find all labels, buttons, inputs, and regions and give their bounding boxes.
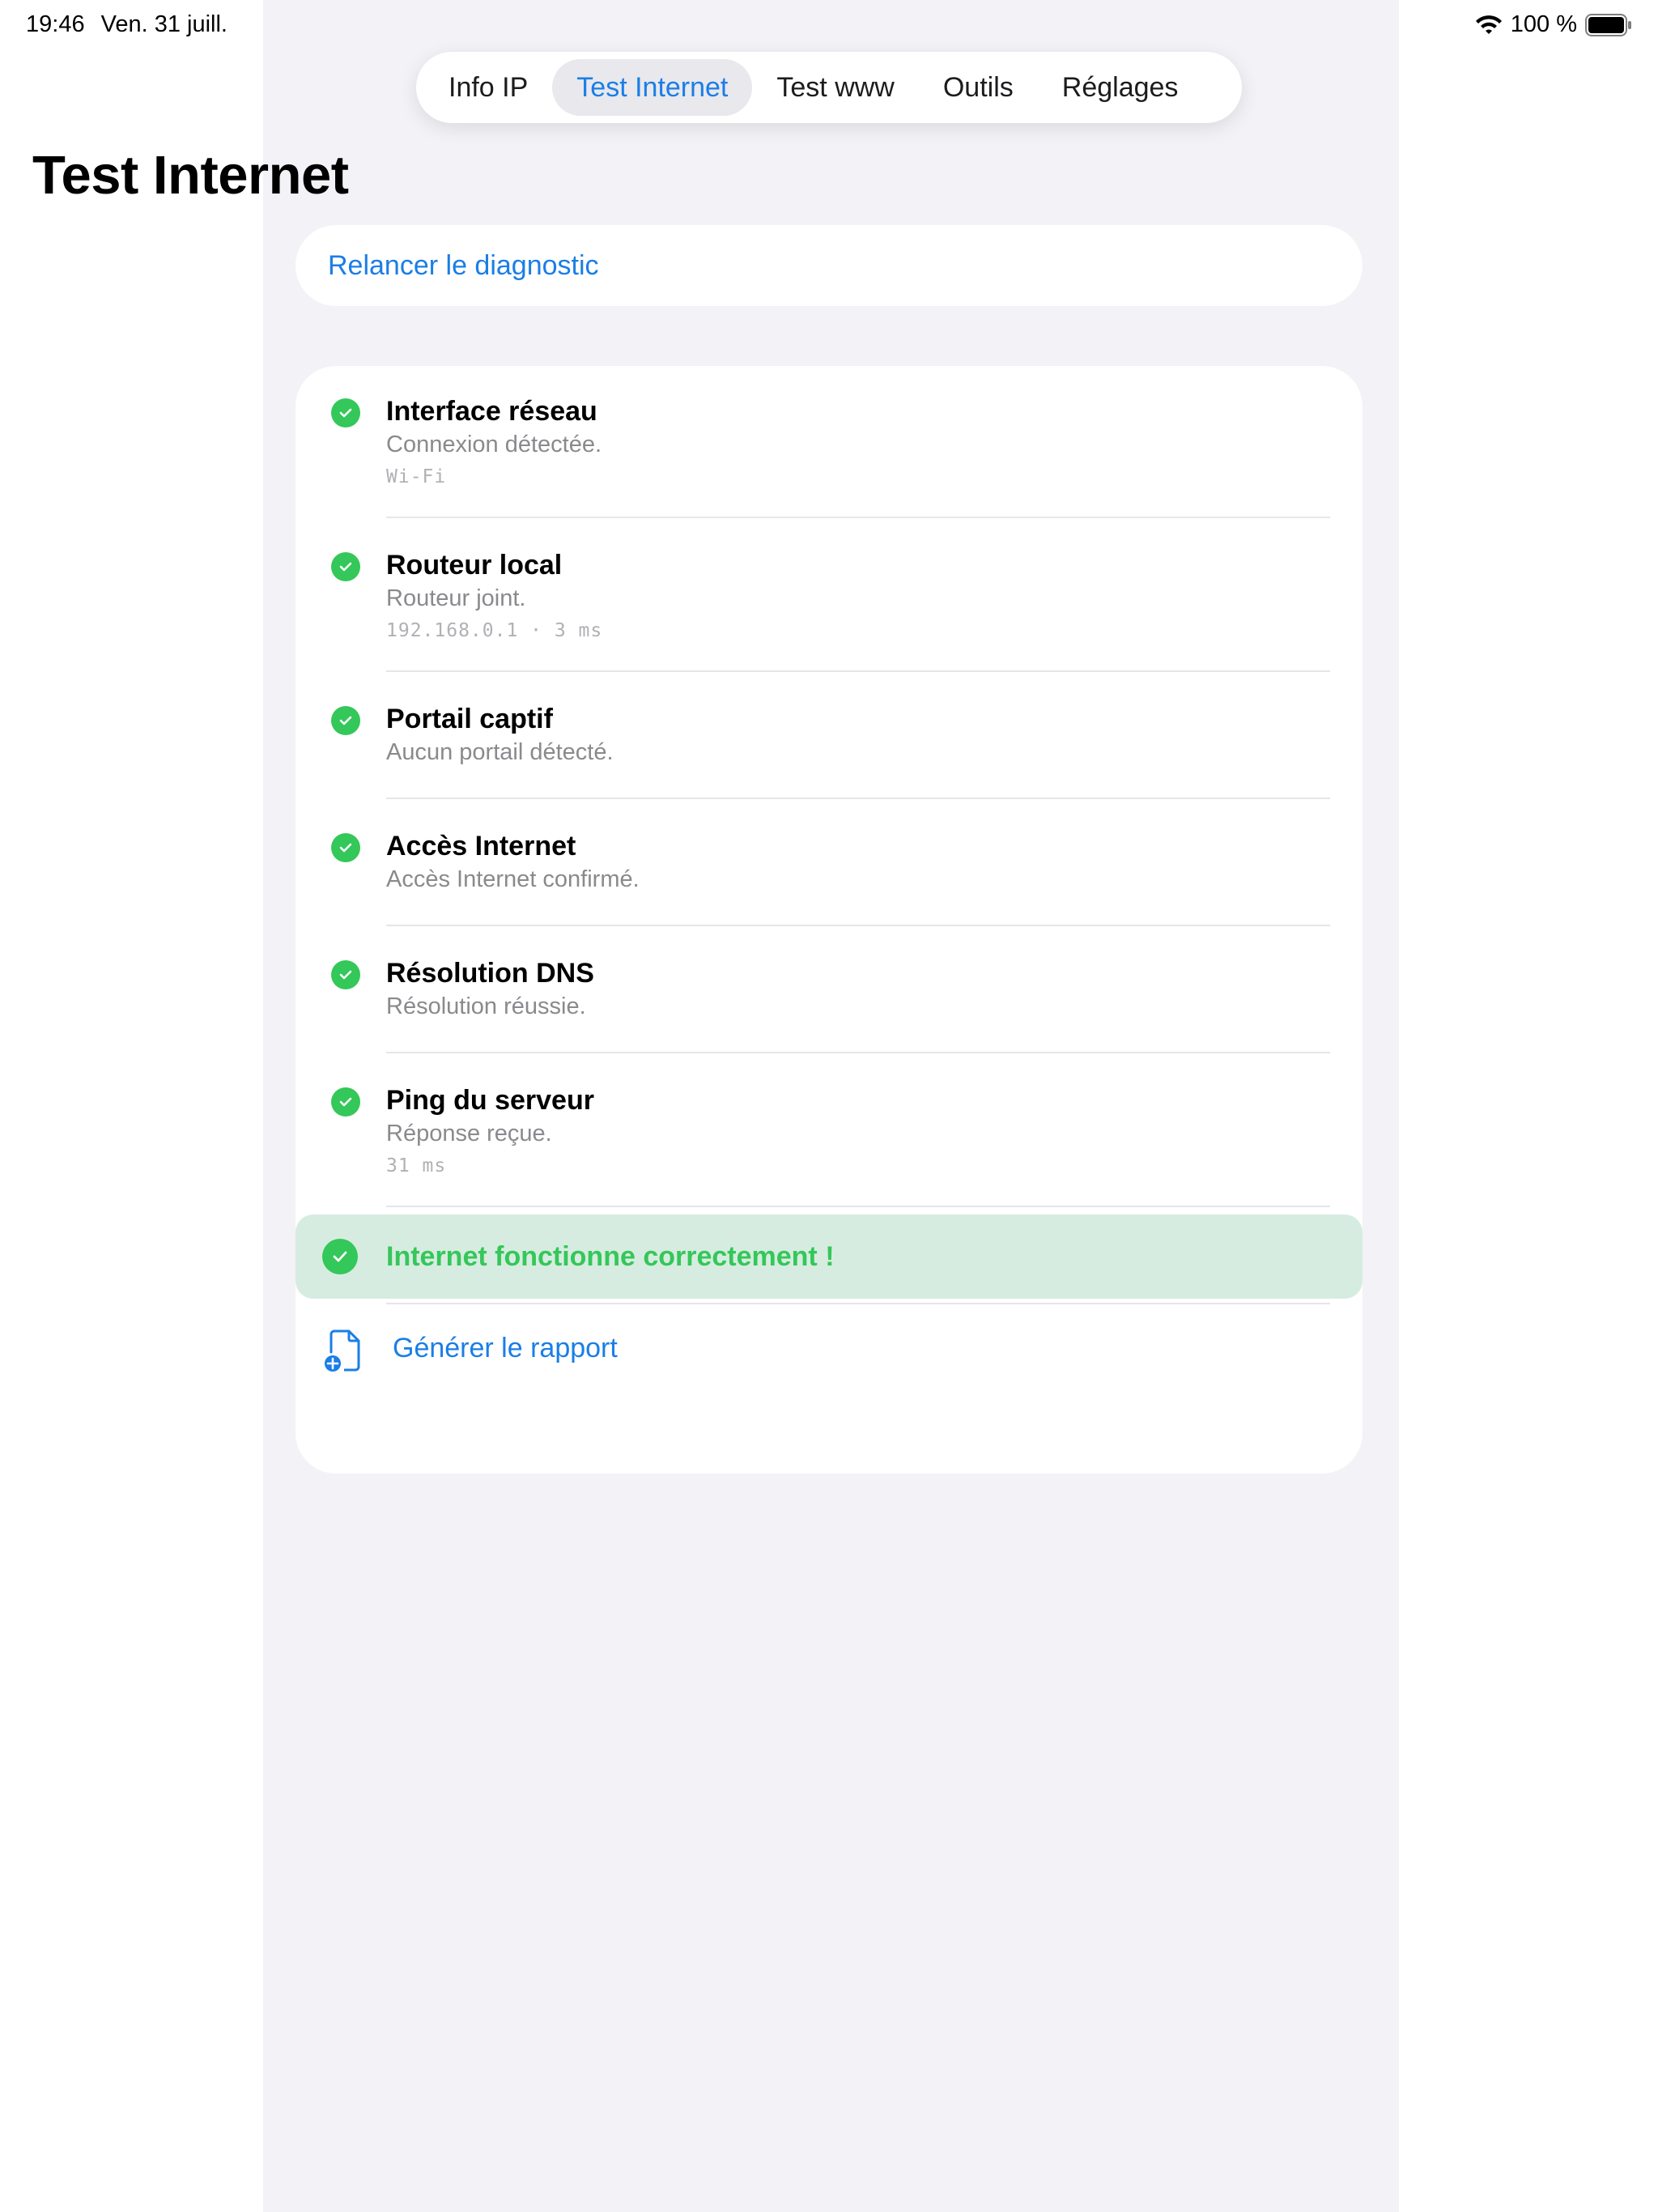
check-title: Résolution DNS xyxy=(386,958,594,989)
tab-outils[interactable]: Outils xyxy=(919,59,1038,116)
tab-test-internet[interactable]: Test Internet xyxy=(552,59,753,116)
screen: 19:46 Ven. 31 juill. 100 % Info IP Test … xyxy=(0,0,1658,2212)
checkmark-circle-icon xyxy=(331,398,360,428)
battery-icon xyxy=(1585,13,1631,36)
page-title: Test Internet xyxy=(32,145,349,206)
rerun-diagnostic-button[interactable]: Relancer le diagnostic xyxy=(328,250,599,282)
checkmark-circle-icon xyxy=(331,960,360,989)
tab-reglages[interactable]: Réglages xyxy=(1038,59,1203,116)
generate-report-label: Générer le rapport xyxy=(393,1333,618,1363)
check-detail: 31 ms xyxy=(386,1155,447,1176)
row-divider xyxy=(386,517,1330,518)
check-subtitle: Réponse reçue. xyxy=(386,1121,552,1146)
check-title: Ping du serveur xyxy=(386,1085,594,1116)
status-bar-left: 19:46 Ven. 31 juill. xyxy=(26,11,227,38)
row-divider xyxy=(386,1052,1330,1053)
check-subtitle: Routeur joint. xyxy=(386,585,526,611)
diagnostic-results-card: Interface réseau Connexion détectée. Wi-… xyxy=(295,366,1363,1474)
checkmark-circle-icon xyxy=(331,706,360,735)
row-divider xyxy=(386,798,1330,799)
check-subtitle: Connexion détectée. xyxy=(386,432,602,457)
check-title: Routeur local xyxy=(386,550,563,581)
check-title: Portail captif xyxy=(386,704,553,734)
rerun-card: Relancer le diagnostic xyxy=(295,225,1363,306)
check-detail: Wi-Fi xyxy=(386,466,447,487)
row-divider xyxy=(386,1303,1330,1304)
generate-report-button[interactable]: Générer le rapport xyxy=(295,1305,1363,1394)
document-add-icon xyxy=(325,1329,360,1372)
row-divider xyxy=(386,925,1330,926)
success-banner: Internet fonctionne correctement ! xyxy=(295,1214,1363,1299)
battery-percent: 100 % xyxy=(1510,11,1577,37)
checkmark-circle-icon xyxy=(331,833,360,862)
checkmark-circle-icon xyxy=(331,552,360,581)
success-message: Internet fonctionne correctement ! xyxy=(386,1240,835,1272)
checkmark-circle-fill-icon xyxy=(322,1239,358,1274)
tab-test-www[interactable]: Test www xyxy=(752,59,918,116)
check-subtitle: Accès Internet confirmé. xyxy=(386,866,640,892)
row-divider xyxy=(386,1206,1330,1207)
check-subtitle: Résolution réussie. xyxy=(386,993,586,1019)
status-bar-right: 100 % xyxy=(1475,11,1632,38)
check-title: Accès Internet xyxy=(386,831,576,861)
check-subtitle: Aucun portail détecté. xyxy=(386,739,614,765)
row-divider xyxy=(386,670,1330,672)
status-date: Ven. 31 juill. xyxy=(100,11,227,37)
tab-info-ip[interactable]: Info IP xyxy=(424,59,552,116)
check-detail: 192.168.0.1 · 3 ms xyxy=(386,620,603,641)
check-title: Interface réseau xyxy=(386,396,597,427)
top-tab-bar: Info IP Test Internet Test www Outils Ré… xyxy=(416,52,1242,123)
status-time: 19:46 xyxy=(26,11,85,37)
checkmark-circle-icon xyxy=(331,1087,360,1117)
wifi-icon xyxy=(1475,15,1502,34)
